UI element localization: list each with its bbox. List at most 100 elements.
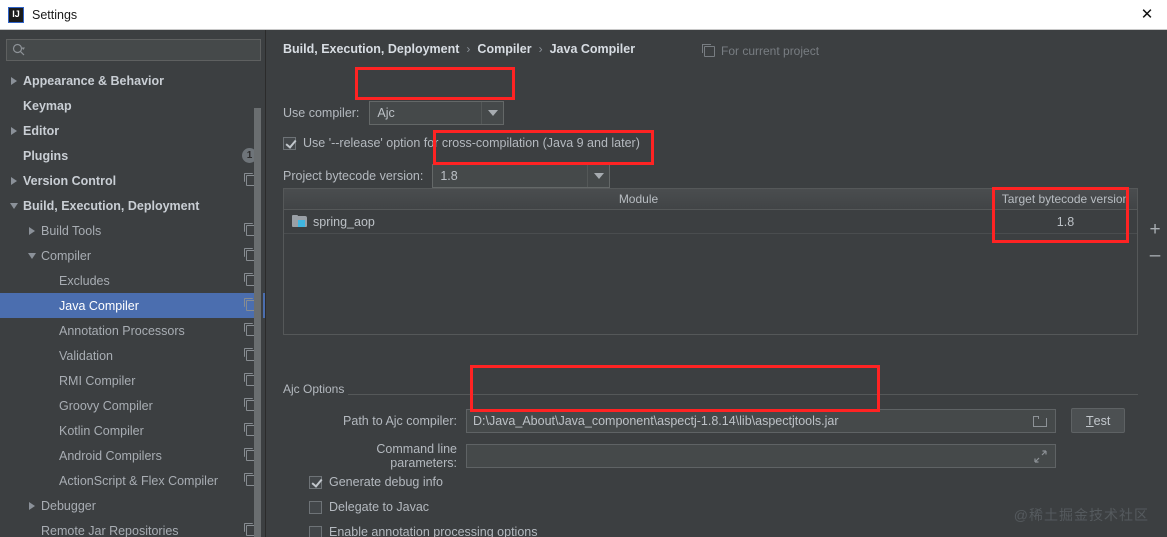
sidebar-item-label: Keymap bbox=[23, 98, 72, 113]
table-header-row: Module Target bytecode version bbox=[284, 189, 1137, 210]
chevron-down-icon[interactable] bbox=[8, 199, 21, 212]
sidebar-item-label: RMI Compiler bbox=[59, 373, 136, 388]
ajc-path-label: Path to Ajc compiler: bbox=[343, 413, 457, 428]
chevron-right-icon[interactable] bbox=[8, 174, 21, 187]
breadcrumb-separator: › bbox=[538, 42, 543, 56]
ajc-path-field[interactable]: D:\Java_About\Java_component\aspectj-1.8… bbox=[466, 408, 1056, 433]
sidebar-item-label: ActionScript & Flex Compiler bbox=[59, 473, 219, 488]
sidebar-item-build-execution-deployment[interactable]: Build, Execution, Deployment bbox=[0, 193, 265, 218]
expand-editor-icon[interactable] bbox=[1034, 450, 1047, 463]
watermark: @稀土掘金技术社区 bbox=[1013, 507, 1149, 523]
sidebar-item-excludes[interactable]: Excludes bbox=[0, 268, 265, 293]
test-button[interactable]: Test bbox=[1071, 408, 1126, 433]
search-box[interactable] bbox=[6, 39, 261, 61]
use-compiler-value: Ajc bbox=[377, 106, 395, 120]
sidebar-item-kotlin-compiler[interactable]: Kotlin Compiler bbox=[0, 418, 265, 443]
sidebar-scrollbar-thumb[interactable] bbox=[254, 108, 261, 537]
checkbox-row[interactable]: Delegate to Javac bbox=[309, 500, 429, 514]
checkbox-row[interactable]: Generate debug info bbox=[309, 475, 443, 489]
for-current-project-label: For current project bbox=[702, 43, 819, 58]
chevron-right-icon[interactable] bbox=[8, 124, 21, 137]
checkbox-enable-annotation-processing-options[interactable] bbox=[309, 525, 322, 537]
cmdline-row: Command line parameters: bbox=[327, 442, 1056, 470]
remove-module-button[interactable]: – bbox=[1147, 246, 1163, 265]
test-button-mnemonic: T bbox=[1086, 413, 1094, 428]
chevron-right-icon[interactable] bbox=[26, 224, 39, 237]
chevron-down-icon[interactable] bbox=[481, 102, 503, 124]
sidebar-item-build-tools[interactable]: Build Tools bbox=[0, 218, 265, 243]
breadcrumb: Build, Execution, Deployment › Compiler › Ja… bbox=[283, 42, 635, 56]
sidebar-item-rmi-compiler[interactable]: RMI Compiler bbox=[0, 368, 265, 393]
sidebar-item-annotation-processors[interactable]: Annotation Processors bbox=[0, 318, 265, 343]
sidebar-item-compiler[interactable]: Compiler bbox=[0, 243, 265, 268]
checkbox-generate-debug-info[interactable] bbox=[309, 475, 322, 489]
search-icon bbox=[12, 43, 26, 57]
project-bytecode-dropdown[interactable]: 1.8 bbox=[432, 164, 611, 188]
breadcrumb-part: Compiler bbox=[477, 42, 532, 56]
cmdline-field[interactable] bbox=[466, 444, 1056, 468]
chevron-down-icon[interactable] bbox=[587, 165, 609, 187]
settings-sidebar: Appearance & Behavior Keymap Editor Plugins… bbox=[0, 30, 266, 537]
sidebar-item-label: Groovy Compiler bbox=[59, 398, 153, 413]
sidebar-item-actionscript-flex-compiler[interactable]: ActionScript & Flex Compiler bbox=[0, 468, 265, 493]
breadcrumb-part: Java Compiler bbox=[549, 42, 636, 56]
sidebar-item-label: Validation bbox=[59, 348, 113, 363]
add-module-button[interactable]: + bbox=[1147, 220, 1163, 239]
use-compiler-label: Use compiler: bbox=[283, 106, 360, 120]
column-header-module[interactable]: Module bbox=[284, 189, 993, 209]
sidebar-item-keymap[interactable]: Keymap bbox=[0, 93, 265, 118]
sidebar-item-label: Annotation Processors bbox=[59, 323, 185, 338]
settings-dialog: IJ Settings ✕ Appearance & Behavior Keyma… bbox=[0, 0, 1167, 537]
sidebar-item-java-compiler[interactable]: Java Compiler bbox=[0, 293, 265, 318]
sidebar-item-label: Java Compiler bbox=[59, 298, 139, 313]
cell-target-bytecode[interactable]: 1.8 bbox=[993, 210, 1137, 233]
sidebar-item-editor[interactable]: Editor bbox=[0, 118, 265, 143]
per-module-table[interactable]: Module Target bytecode version spring_ao… bbox=[283, 188, 1138, 335]
checkbox-label: Enable annotation processing options bbox=[329, 525, 538, 537]
release-option-checkbox[interactable] bbox=[283, 136, 296, 150]
sidebar-item-label: Compiler bbox=[41, 248, 92, 263]
release-option-row[interactable]: Use '--release' option for cross-compila… bbox=[283, 136, 640, 150]
close-icon[interactable]: ✕ bbox=[1137, 6, 1157, 24]
sidebar-item-remote-jar-repositories[interactable]: Remote Jar Repositories bbox=[0, 518, 265, 537]
column-header-target-bytecode[interactable]: Target bytecode version bbox=[993, 189, 1137, 209]
chevron-down-icon[interactable] bbox=[26, 249, 39, 262]
checkbox-label: Generate debug info bbox=[329, 475, 443, 489]
settings-tree[interactable]: Appearance & Behavior Keymap Editor Plugins… bbox=[0, 68, 265, 537]
sidebar-scrollbar-track[interactable] bbox=[254, 68, 263, 537]
checkbox-row[interactable]: Enable annotation processing options bbox=[309, 525, 537, 537]
use-compiler-dropdown[interactable]: Ajc bbox=[369, 101, 505, 125]
cell-module[interactable]: spring_aop bbox=[284, 210, 993, 233]
title-bar: IJ Settings ✕ bbox=[0, 0, 1167, 30]
sidebar-item-plugins[interactable]: Plugins 1 bbox=[0, 143, 265, 168]
table-row[interactable]: spring_aop 1.8 bbox=[284, 210, 1137, 234]
chevron-right-icon[interactable] bbox=[26, 499, 39, 512]
chevron-right-icon[interactable] bbox=[8, 74, 21, 87]
module-folder-icon bbox=[292, 215, 307, 228]
sidebar-item-label: Excludes bbox=[59, 273, 110, 288]
sidebar-item-label: Debugger bbox=[41, 498, 96, 513]
search-input[interactable] bbox=[30, 43, 240, 57]
sidebar-item-android-compilers[interactable]: Android Compilers bbox=[0, 443, 265, 468]
use-compiler-row: Use compiler: Ajc bbox=[283, 101, 505, 125]
sidebar-item-label: Build, Execution, Deployment bbox=[23, 198, 200, 213]
sidebar-item-version-control[interactable]: Version Control bbox=[0, 168, 265, 193]
checkbox-delegate-to-javac[interactable] bbox=[309, 500, 322, 514]
project-bytecode-row: Project bytecode version: 1.8 bbox=[283, 164, 611, 188]
sidebar-item-validation[interactable]: Validation bbox=[0, 343, 265, 368]
sidebar-item-groovy-compiler[interactable]: Groovy Compiler bbox=[0, 393, 265, 418]
folder-browse-icon[interactable] bbox=[1033, 415, 1047, 427]
sidebar-item-label: Editor bbox=[23, 123, 60, 138]
sidebar-item-debugger[interactable]: Debugger bbox=[0, 493, 265, 518]
sidebar-item-appearance-behavior[interactable]: Appearance & Behavior bbox=[0, 68, 265, 93]
copy-settings-icon bbox=[702, 43, 715, 57]
ajc-path-value: D:\Java_About\Java_component\aspectj-1.8… bbox=[473, 413, 839, 428]
breadcrumb-separator: › bbox=[466, 42, 471, 56]
